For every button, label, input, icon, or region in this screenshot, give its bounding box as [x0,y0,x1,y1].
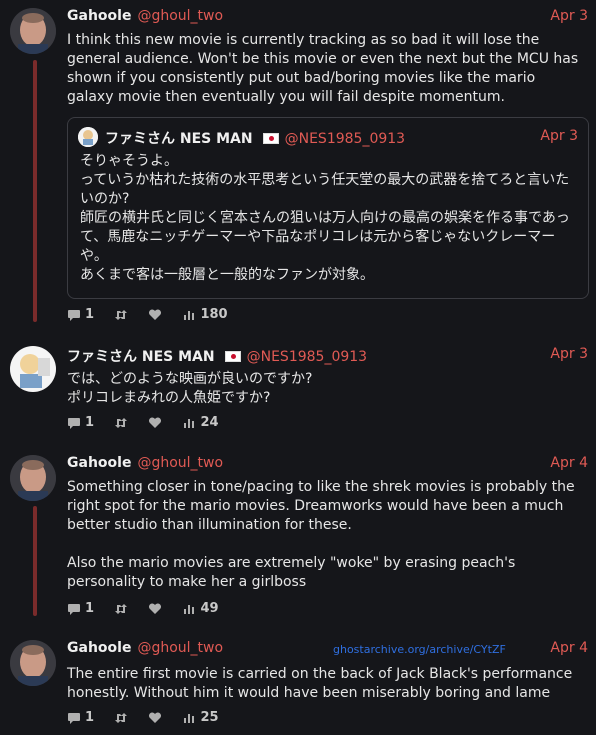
reply-button[interactable]: 1 [67,710,94,725]
tweet-text-content: I think this new movie is currently trac… [67,32,579,105]
bar-chart-icon [184,604,195,614]
retweet-icon [115,417,128,428]
retweet-button[interactable] [114,710,128,725]
quoted-tweet[interactable]: ファミさん NES MAN @NES1985_0913 Apr 3 そりゃそうよ。… [67,117,589,299]
tweet-header: Gahoole @ghoul_two [67,640,588,660]
tweet-date[interactable]: Apr 3 [550,8,588,24]
like-button[interactable] [148,307,162,322]
tweet-text-content: Something closer in tone/pacing to like … [67,479,575,590]
heart-icon [149,308,162,320]
quote-header: ファミさん NES MAN @NES1985_0913 [105,128,405,148]
tweet-text-content: The entire first movie is carried on the… [67,666,573,701]
reply-count: 1 [85,710,95,725]
quote-date[interactable]: Apr 3 [540,128,578,144]
tweet-stats: 1 49 [67,601,235,617]
heart-icon [149,711,162,723]
heart-icon [149,602,162,614]
views-stat[interactable]: 24 [182,415,219,430]
view-count: 49 [200,601,219,616]
display-name[interactable]: Gahoole [67,8,131,24]
tweet-header: Gahoole @ghoul_two [67,8,588,28]
avatar[interactable] [10,8,56,54]
comment-icon [68,417,80,429]
tweet[interactable]: Gahoole @ghoul_two Apr 3 I think this new… [0,8,596,328]
reply-button[interactable]: 1 [67,415,94,430]
tweet-text-content: では、どのような映画が良いのですか? ポリコレまみれの人魚姫ですか? [67,371,313,406]
tweet[interactable]: ファミさん NES MAN @NES1985_0913 Apr 3 では、どのよう… [0,346,596,436]
display-name[interactable]: ファミさん NES MAN [105,131,253,147]
view-count: 24 [200,415,219,430]
user-handle[interactable]: @ghoul_two [137,8,223,24]
japan-flag-icon [224,351,241,362]
comment-icon [68,712,80,724]
like-button[interactable] [148,601,162,616]
bar-chart-icon [184,310,195,320]
tweet-text: では、どのような映画が良いのですか? ポリコレまみれの人魚姫ですか? [67,370,582,408]
heart-icon [149,416,162,428]
bar-chart-icon [184,713,195,723]
tweet-stats: 1 180 [67,307,244,323]
japan-flag-icon [262,133,279,144]
avatar[interactable] [10,640,56,686]
views-stat[interactable]: 25 [182,710,219,725]
retweet-icon [115,603,128,614]
views-stat[interactable]: 180 [182,307,228,322]
retweet-button[interactable] [114,415,128,430]
tweet-text: The entire first movie is carried on the… [67,665,582,703]
comment-icon [68,603,80,615]
reply-count: 1 [85,415,95,430]
views-stat[interactable]: 49 [182,601,219,616]
avatar[interactable] [78,127,98,147]
reply-count: 1 [85,307,95,322]
retweet-button[interactable] [114,307,128,322]
tweet-date[interactable]: Apr 4 [550,455,588,471]
tweet[interactable]: Gahoole @ghoul_two ghostarchive.org/archi… [0,640,596,730]
tweet-stats: 1 25 [67,710,235,726]
tweet-header: Gahoole @ghoul_two [67,455,588,475]
tweet-date[interactable]: Apr 4 [550,640,588,656]
user-handle[interactable]: @NES1985_0913 [247,349,367,365]
tweet-date[interactable]: Apr 3 [550,346,588,362]
retweet-button[interactable] [114,601,128,616]
avatar[interactable] [10,455,56,501]
tweet-header: ファミさん NES MAN @NES1985_0913 [67,346,588,366]
reply-button[interactable]: 1 [67,601,94,616]
quote-text-content: そりゃそうよ。 っていうか枯れた技術の水平思考という任天堂の最大の武器を捨てろと… [80,153,570,283]
tweet-text: Something closer in tone/pacing to like … [67,478,582,592]
comment-icon [68,309,80,321]
user-handle[interactable]: @NES1985_0913 [285,131,405,147]
display-name[interactable]: ファミさん NES MAN [67,349,215,365]
display-name[interactable]: Gahoole [67,455,131,471]
reply-button[interactable]: 1 [67,307,94,322]
view-count: 180 [200,307,228,322]
tweet[interactable]: Gahoole @ghoul_two Apr 4 Something closer… [0,455,596,620]
quote-text: そりゃそうよ。 っていうか枯れた技術の水平思考という任天堂の最大の武器を捨てろと… [80,152,578,285]
like-button[interactable] [148,415,162,430]
view-count: 25 [200,710,219,725]
like-button[interactable] [148,710,162,725]
avatar[interactable] [10,346,56,392]
tweet-text: I think this new movie is currently trac… [67,31,582,107]
display-name[interactable]: Gahoole [67,640,131,656]
bar-chart-icon [184,418,195,428]
reply-count: 1 [85,601,95,616]
user-handle[interactable]: @ghoul_two [137,455,223,471]
tweet-stats: 1 24 [67,415,235,431]
retweet-icon [115,309,128,320]
user-handle[interactable]: @ghoul_two [137,640,223,656]
retweet-icon [115,712,128,723]
archive-watermark: ghostarchive.org/archive/CYtZF [333,643,506,656]
